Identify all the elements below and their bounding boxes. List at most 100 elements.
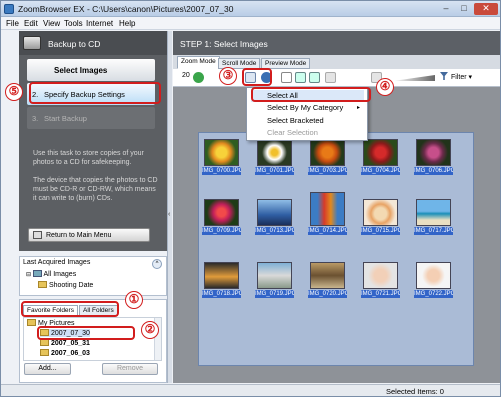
zoom-in-icon[interactable] xyxy=(295,72,306,83)
photo-sunset xyxy=(204,262,239,289)
step-select-images[interactable]: Select Images xyxy=(27,59,155,81)
tree-item-all-images[interactable]: ⊟ All Images xyxy=(26,270,76,278)
selected-items-count: Selected Items: 0 xyxy=(386,387,444,396)
menu-file[interactable]: File xyxy=(6,19,19,28)
folder-icon xyxy=(40,339,49,346)
photo-parrot xyxy=(310,192,345,226)
thumbnail[interactable]: IMG_0721.JPG xyxy=(361,259,400,298)
photo-sunflower xyxy=(204,139,239,166)
app-icon xyxy=(4,4,14,14)
thumbnail[interactable]: IMG_0706.JPG xyxy=(414,136,453,175)
zoom-level-value: 20 xyxy=(182,72,190,79)
thumbnail[interactable]: IMG_0703.JPG xyxy=(308,136,347,175)
app-window: ZoomBrowser EX - C:\Users\canon\Pictures… xyxy=(0,0,501,397)
thumbnail-grid: IMG_0700.JPG IMG_0701.JPG IMG_0703.JPG I… xyxy=(198,132,474,366)
callout-2: ② xyxy=(141,321,159,339)
step-header: STEP 1: Select Images xyxy=(173,31,500,55)
remove-folder-button[interactable]: Remove xyxy=(102,363,158,375)
zoom-out-icon[interactable] xyxy=(309,72,320,83)
rotate-icon[interactable] xyxy=(325,72,336,83)
menu-edit[interactable]: Edit xyxy=(24,19,38,28)
photo-landscape xyxy=(257,262,292,289)
thumbnail[interactable]: IMG_0713.JPG xyxy=(255,196,294,235)
tree-item-shooting-date[interactable]: Shooting Date xyxy=(38,281,93,289)
collapse-icon[interactable]: ^ xyxy=(152,259,162,269)
calendar-icon xyxy=(38,281,47,288)
menu-item-label: Select By My Category xyxy=(267,103,344,112)
step-start-backup[interactable]: 3. Start Backup xyxy=(27,107,155,129)
thumbnail-filename: IMG_0709.JPG xyxy=(202,227,241,235)
tree-node-2007-06-03[interactable]: 2007_06_03 xyxy=(40,349,90,357)
filter-icon xyxy=(440,72,448,80)
thumbnail-filename: IMG_0714.JPG xyxy=(308,227,347,235)
status-bar: Selected Items: 0 xyxy=(1,384,500,396)
window-title: ZoomBrowser EX - C:\Users\canon\Pictures… xyxy=(18,4,234,14)
menu-view[interactable]: View xyxy=(43,19,60,28)
step-label: Select Images xyxy=(54,66,108,75)
thumbnail[interactable]: IMG_0709.JPG xyxy=(202,196,241,235)
collapse-arrow-icon[interactable]: ‹ xyxy=(168,211,170,218)
zoom-slider[interactable] xyxy=(393,75,435,81)
filter-button[interactable]: Filter ▾ xyxy=(440,72,472,81)
photo-baby xyxy=(363,262,398,289)
cd-burn-icon xyxy=(23,36,41,50)
thumbnail-filename: IMG_0700.JPG xyxy=(202,167,241,175)
tree-item-label: Shooting Date xyxy=(48,282,94,289)
callout-1: ① xyxy=(125,291,143,309)
zoom-go-icon[interactable] xyxy=(193,72,204,83)
menu-help[interactable]: Help xyxy=(119,19,135,28)
menu-select-bracketed[interactable]: Select Bracketed xyxy=(251,115,364,127)
thumbnail-filename: IMG_0718.JPG xyxy=(202,290,241,298)
callout-highlight-favorite-folders xyxy=(21,301,119,317)
photo-red-blossoms xyxy=(204,199,239,226)
thumbnail[interactable]: IMG_0701.JPG xyxy=(255,136,294,175)
add-folder-button[interactable]: Add... xyxy=(24,363,71,375)
menu-internet[interactable]: Internet xyxy=(86,19,113,28)
thumbnail-filename: IMG_0722.JPG xyxy=(414,290,453,298)
thumbnail[interactable]: IMG_0719.JPG xyxy=(255,259,294,298)
photo-blue-flowers xyxy=(257,199,292,226)
tree-node-label: 2007_06_03 xyxy=(51,350,90,357)
menu-tools[interactable]: Tools xyxy=(64,19,83,28)
minimize-button[interactable]: – xyxy=(438,3,454,15)
menu-bar: File Edit View Tools Internet Help xyxy=(1,17,500,30)
return-to-main-menu-button[interactable]: Return to Main Menu xyxy=(28,228,150,242)
folder-icon xyxy=(27,319,36,326)
photo-kitten xyxy=(363,199,398,226)
menu-select-by-category[interactable]: Select By My Category ▸ xyxy=(251,102,364,114)
tree-node-2007-05-31[interactable]: 2007_05_31 xyxy=(40,339,90,347)
panel-splitter[interactable]: ‹ xyxy=(167,31,172,383)
photo-daisy xyxy=(257,139,292,166)
thumbnail[interactable]: IMG_0714.JPG xyxy=(308,189,347,235)
last-acquired-panel: Last Acquired Images ^ ⊟ All Images Shoo… xyxy=(19,256,167,296)
thumbnail[interactable]: IMG_0700.JPG xyxy=(202,136,241,175)
title-bar: ZoomBrowser EX - C:\Users\canon\Pictures… xyxy=(1,1,500,17)
view-mode-tabs: Zoom Mode Scroll Mode Preview Mode xyxy=(173,55,500,69)
description-text: Use this task to store copies of your ph… xyxy=(33,150,144,166)
step-title: STEP 1: Select Images xyxy=(180,39,268,49)
return-label: Return to Main Menu xyxy=(46,232,112,239)
maximize-button[interactable]: □ xyxy=(456,3,472,15)
tree-node-label: 2007_05_31 xyxy=(51,340,90,347)
thumbnail[interactable]: IMG_0718.JPG xyxy=(202,259,241,298)
thumbnail[interactable]: IMG_0720.JPG xyxy=(308,259,347,298)
callout-highlight-select-icon xyxy=(242,68,272,86)
step-label: Start Backup xyxy=(44,114,87,123)
thumbnail[interactable]: IMG_0722.JPG xyxy=(414,259,453,298)
photo-building xyxy=(310,262,345,289)
thumbnail[interactable]: IMG_0704.JPG xyxy=(361,136,400,175)
callout-highlight-folder xyxy=(37,326,135,340)
thumbnail-filename: IMG_0717.JPG xyxy=(414,227,453,235)
photo-beach xyxy=(416,199,451,226)
task-description: Use this task to store copies of your ph… xyxy=(33,149,159,212)
thumbnail-filename: IMG_0721.JPG xyxy=(361,290,400,298)
photo-baby-sleeping xyxy=(416,262,451,289)
thumbnail[interactable]: IMG_0717.JPG xyxy=(414,196,453,235)
pointer-icon[interactable] xyxy=(281,72,292,83)
step-number: 3. xyxy=(32,114,39,123)
close-button[interactable]: ✕ xyxy=(474,3,498,15)
task-title: Backup to CD xyxy=(48,39,101,49)
tab-zoom-mode[interactable]: Zoom Mode xyxy=(177,56,220,69)
thumbnail[interactable]: IMG_0715.JPG xyxy=(361,196,400,235)
menu-clear-selection[interactable]: Clear Selection xyxy=(251,127,364,139)
